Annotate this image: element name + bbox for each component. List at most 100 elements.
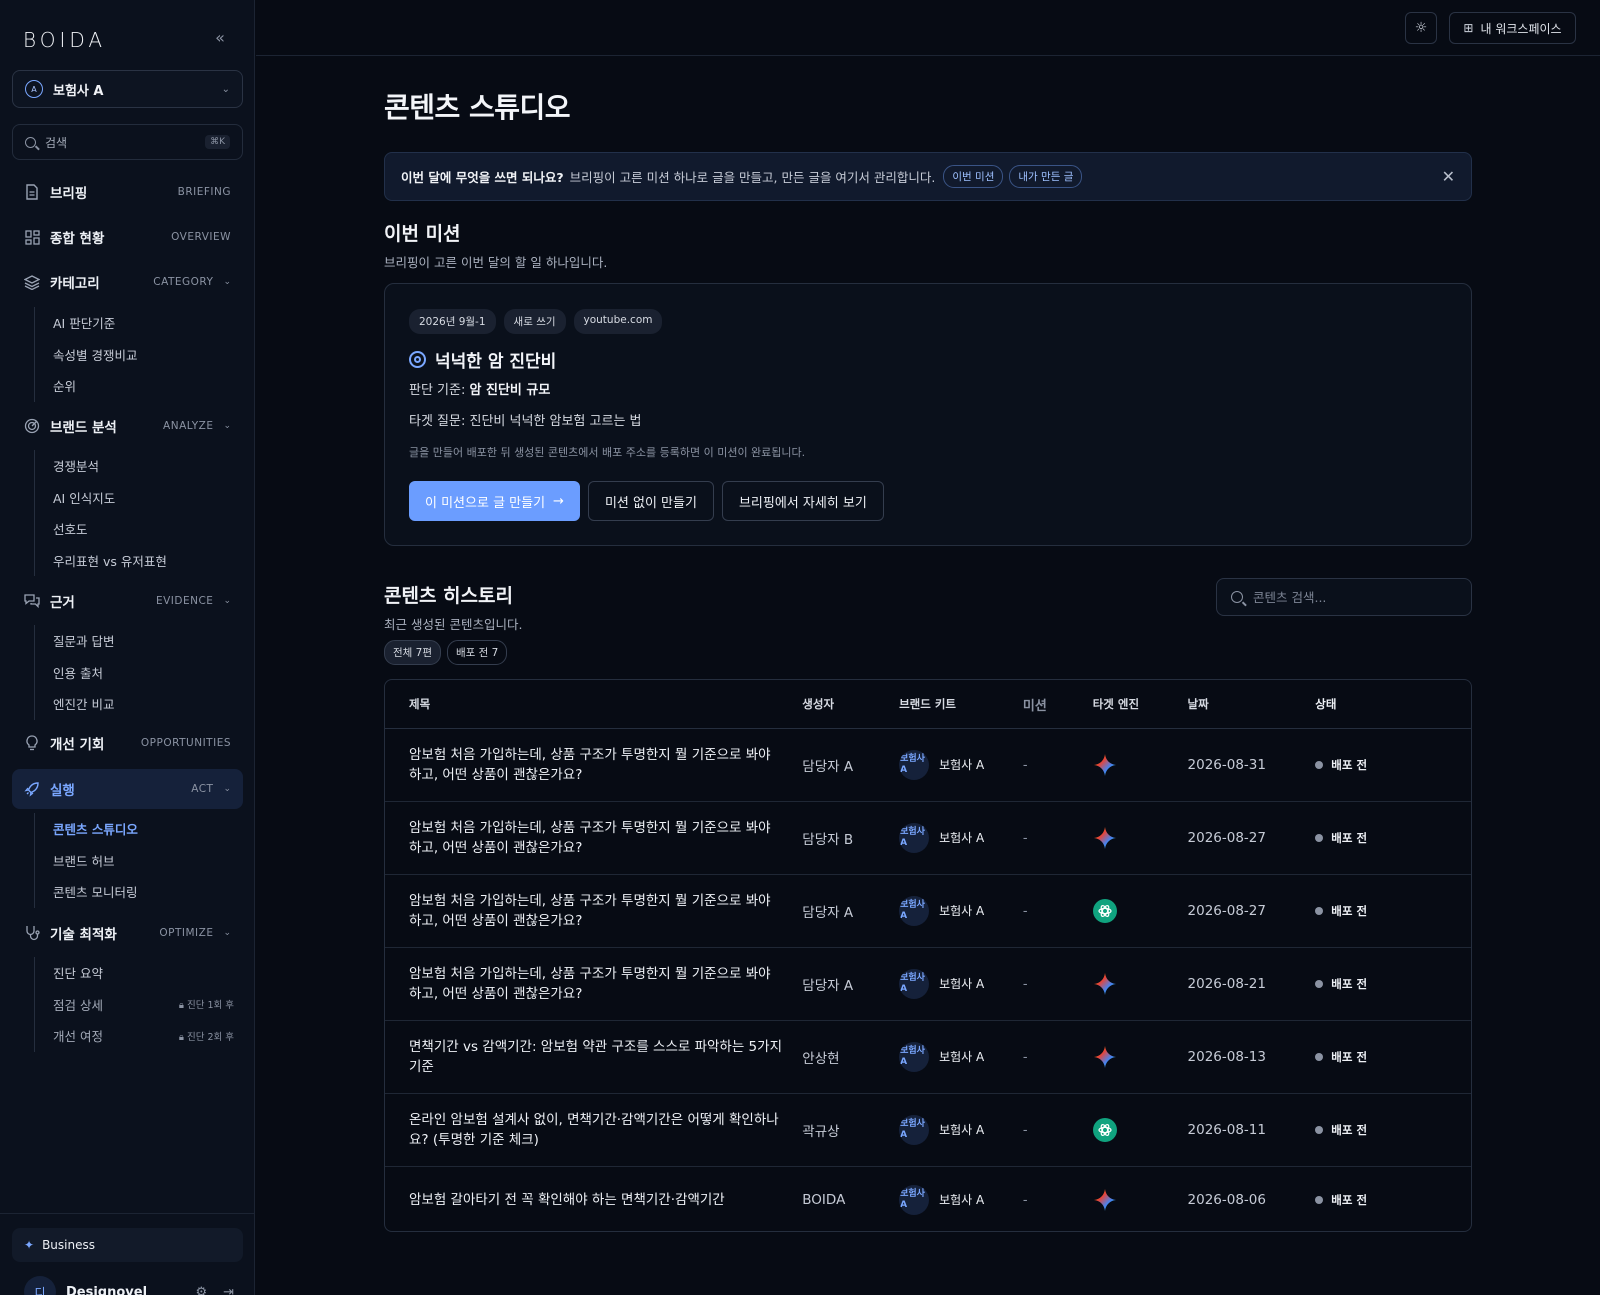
row-mission: - bbox=[1022, 1122, 1028, 1138]
col-date[interactable]: 날짜 bbox=[1188, 696, 1316, 712]
my-workspace-button[interactable]: ⊞ 내 워크스페이스 bbox=[1449, 12, 1576, 44]
logout-icon[interactable]: ⇥ bbox=[223, 1285, 234, 1295]
row-date: 2026-08-31 bbox=[1187, 757, 1266, 773]
row-author: 담당자 A bbox=[802, 759, 854, 775]
sidebar-item-ai-criteria[interactable]: AI 판단기준 bbox=[35, 307, 244, 339]
row-author: 곽규상 bbox=[802, 1124, 840, 1140]
status-dot bbox=[1315, 761, 1324, 769]
row-title[interactable]: 암보험 처음 가입하는데, 상품 구조가 투명한지 뭘 기준으로 봐야 하고, … bbox=[385, 891, 802, 931]
gemini-icon bbox=[1093, 753, 1117, 777]
mission-note: 글을 만들어 배포한 뒤 생성된 콘텐츠에서 배포 주소를 등록하면 이 미션이… bbox=[409, 446, 806, 459]
table-row[interactable]: 암보험 처음 가입하는데, 상품 구조가 투명한지 뭘 기준으로 봐야 하고, … bbox=[385, 948, 1471, 1021]
avatar[interactable]: 디 bbox=[24, 1276, 56, 1295]
nav-evidence[interactable]: 근거 EVIDENCE ⌄ bbox=[12, 581, 243, 621]
sparkle-icon: ✦ bbox=[24, 1238, 35, 1252]
nav-analyze[interactable]: 브랜드 분석 ANALYZE ⌄ bbox=[12, 406, 243, 446]
table-row[interactable]: 암보험 처음 가입하는데, 상품 구조가 투명한지 뭘 기준으로 봐야 하고, … bbox=[385, 875, 1471, 948]
nav-optimize[interactable]: 기술 최적화 OPTIMIZE ⌄ bbox=[12, 913, 243, 953]
nav-en-label: ANALYZE bbox=[163, 420, 214, 432]
create-without-mission-button[interactable]: 미션 없이 만들기 bbox=[587, 481, 714, 521]
sidebar-item-inspection-detail[interactable]: 점검 상세 🔒︎ 진단 1회 후 bbox=[35, 989, 244, 1021]
row-title[interactable]: 암보험 처음 가입하는데, 상품 구조가 투명한지 뭘 기준으로 봐야 하고, … bbox=[385, 964, 802, 1004]
gemini-icon bbox=[1093, 1188, 1117, 1212]
gear-icon[interactable]: ⚙ bbox=[195, 1285, 207, 1295]
col-engine[interactable]: 타겟 엔진 bbox=[1093, 696, 1188, 712]
sidebar-item-diagnosis-summary[interactable]: 진단 요약 bbox=[35, 957, 244, 989]
sidebar-item-ranking[interactable]: 순위 bbox=[35, 370, 244, 402]
filter-all[interactable]: 전체 7편 bbox=[384, 640, 441, 665]
table-row[interactable]: 암보험 처음 가입하는데, 상품 구조가 투명한지 뭘 기준으로 봐야 하고, … bbox=[385, 729, 1471, 802]
col-mission[interactable]: 미션 bbox=[1023, 695, 1093, 714]
nav-label: 기술 최적화 bbox=[50, 927, 117, 943]
nav-opportunities[interactable]: 개선 기회 OPPORTUNITIES bbox=[12, 723, 243, 763]
status-label: 배포 전 bbox=[1331, 977, 1368, 991]
content-search-input[interactable] bbox=[1253, 589, 1443, 605]
grid-icon bbox=[24, 229, 40, 245]
sidebar-item-preference[interactable]: 선호도 bbox=[35, 513, 244, 545]
banner-chip-my-posts[interactable]: 내가 만든 글 bbox=[1009, 165, 1083, 188]
nav-act[interactable]: 실행 ACT ⌄ bbox=[12, 769, 243, 809]
sidebar-item-improvement-journey[interactable]: 개선 여정 🔒︎ 진단 2회 후 bbox=[35, 1020, 244, 1052]
row-title[interactable]: 온라인 암보험 설계사 없이, 면책기간·감액기간은 어떻게 확인하나요? (투… bbox=[385, 1110, 802, 1150]
sidebar-item-expression-compare[interactable]: 우리표현 vs 유저표현 bbox=[35, 545, 244, 577]
row-brand-kit: 보험사 A 보험사 A bbox=[899, 1115, 1023, 1145]
row-author: 안상현 bbox=[802, 1051, 840, 1067]
sidebar-item-ai-perception-map[interactable]: AI 인식지도 bbox=[35, 482, 244, 514]
brand-kit-name: 보험사 A bbox=[939, 831, 985, 845]
mission-criteria: 판단 기준: 암 진단비 규모 bbox=[409, 379, 550, 398]
chevron-down-icon: ⌄ bbox=[223, 277, 231, 287]
col-brand-kit[interactable]: 브랜드 키트 bbox=[899, 696, 1023, 712]
sun-icon: ☼ bbox=[1414, 20, 1428, 36]
mission-section-subtitle: 브리핑이 고른 이번 달의 할 일 하나입니다. bbox=[384, 255, 608, 270]
sidebar-item-content-monitoring[interactable]: 콘텐츠 모니터링 bbox=[35, 876, 244, 908]
sidebar-item-brand-hub[interactable]: 브랜드 허브 bbox=[35, 845, 244, 877]
sidebar-item-citations[interactable]: 인용 출처 bbox=[35, 657, 244, 689]
row-title[interactable]: 암보험 갈아타기 전 꼭 확인해야 하는 면책기간·감액기간 bbox=[385, 1190, 802, 1210]
nav-briefing[interactable]: 브리핑 BRIEFING bbox=[12, 172, 243, 212]
sidebar-item-attribute-compare[interactable]: 속성별 경쟁비교 bbox=[35, 339, 244, 371]
create-with-mission-button[interactable]: 이 미션으로 글 만들기 → bbox=[409, 481, 580, 521]
status-badge: 배포 전 bbox=[1315, 830, 1471, 846]
theme-toggle-button[interactable]: ☼ bbox=[1405, 12, 1437, 44]
sidebar-item-qa[interactable]: 질문과 답변 bbox=[35, 625, 244, 657]
table-row[interactable]: 면책기간 vs 감액기간: 암보험 약관 구조를 스스로 파악하는 5가지 기준… bbox=[385, 1021, 1471, 1094]
sidebar-item-engine-compare[interactable]: 엔진간 비교 bbox=[35, 688, 244, 720]
row-title[interactable]: 암보험 처음 가입하는데, 상품 구조가 투명한지 뭘 기준으로 봐야 하고, … bbox=[385, 745, 802, 785]
table-row[interactable]: 온라인 암보험 설계사 없이, 면책기간·감액기간은 어떻게 확인하나요? (투… bbox=[385, 1094, 1471, 1167]
table-row[interactable]: 암보험 처음 가입하는데, 상품 구조가 투명한지 뭘 기준으로 봐야 하고, … bbox=[385, 802, 1471, 875]
status-label: 배포 전 bbox=[1331, 1123, 1368, 1137]
row-title[interactable]: 면책기간 vs 감액기간: 암보험 약관 구조를 스스로 파악하는 5가지 기준 bbox=[385, 1037, 802, 1077]
col-title[interactable]: 제목 bbox=[385, 694, 802, 714]
row-author: 담당자 A bbox=[802, 978, 854, 994]
banner-chip-mission[interactable]: 이번 미션 bbox=[943, 165, 1004, 188]
close-icon[interactable]: ✕ bbox=[1442, 167, 1455, 186]
row-brand-kit: 보험사 A 보험사 A bbox=[899, 1185, 1023, 1215]
brand-kit-avatar: 보험사 A bbox=[899, 750, 930, 780]
analyze-subnav: 경쟁분석 AI 인식지도 선호도 우리표현 vs 유저표현 bbox=[34, 450, 244, 576]
sidebar-item-competition[interactable]: 경쟁분석 bbox=[35, 450, 244, 482]
workspace-select[interactable]: A 보험사 A ⌄ bbox=[12, 70, 243, 108]
optimize-subnav: 진단 요약 점검 상세 🔒︎ 진단 1회 후 개선 여정 🔒︎ 진단 2회 후 bbox=[34, 957, 244, 1052]
nav-overview[interactable]: 종합 현황 OVERVIEW bbox=[12, 217, 243, 257]
brand-kit-name: 보험사 A bbox=[939, 977, 985, 991]
row-engine bbox=[1093, 972, 1188, 996]
filter-undeployed[interactable]: 배포 전 7 bbox=[447, 640, 508, 665]
nav-label: 근거 bbox=[50, 595, 75, 611]
row-brand-kit: 보험사 A 보험사 A bbox=[899, 969, 1023, 999]
col-status[interactable]: 상태 bbox=[1315, 696, 1471, 712]
content-search[interactable] bbox=[1216, 578, 1472, 616]
sidebar-item-content-studio[interactable]: 콘텐츠 스튜디오 bbox=[35, 813, 244, 845]
col-author[interactable]: 생성자 bbox=[802, 696, 899, 712]
sidebar-search[interactable]: 검색 ⌘K bbox=[12, 124, 243, 160]
search-icon bbox=[25, 136, 36, 148]
collapse-sidebar-icon[interactable]: « bbox=[210, 28, 230, 48]
row-mission: - bbox=[1022, 1192, 1028, 1208]
nav-label: 종합 현황 bbox=[50, 231, 105, 247]
row-title[interactable]: 암보험 처음 가입하는데, 상품 구조가 투명한지 뭘 기준으로 봐야 하고, … bbox=[385, 818, 802, 858]
sub-label: 진단 요약 bbox=[53, 966, 103, 982]
plan-badge[interactable]: ✦ Business bbox=[12, 1228, 243, 1262]
nav-category[interactable]: 카테고리 CATEGORY ⌄ bbox=[12, 262, 243, 302]
view-briefing-button[interactable]: 브리핑에서 자세히 보기 bbox=[721, 481, 884, 521]
page-title: 콘텐츠 스튜디오 bbox=[384, 91, 571, 124]
table-row[interactable]: 암보험 갈아타기 전 꼭 확인해야 하는 면책기간·감액기간 BOIDA 보험사… bbox=[385, 1167, 1471, 1231]
